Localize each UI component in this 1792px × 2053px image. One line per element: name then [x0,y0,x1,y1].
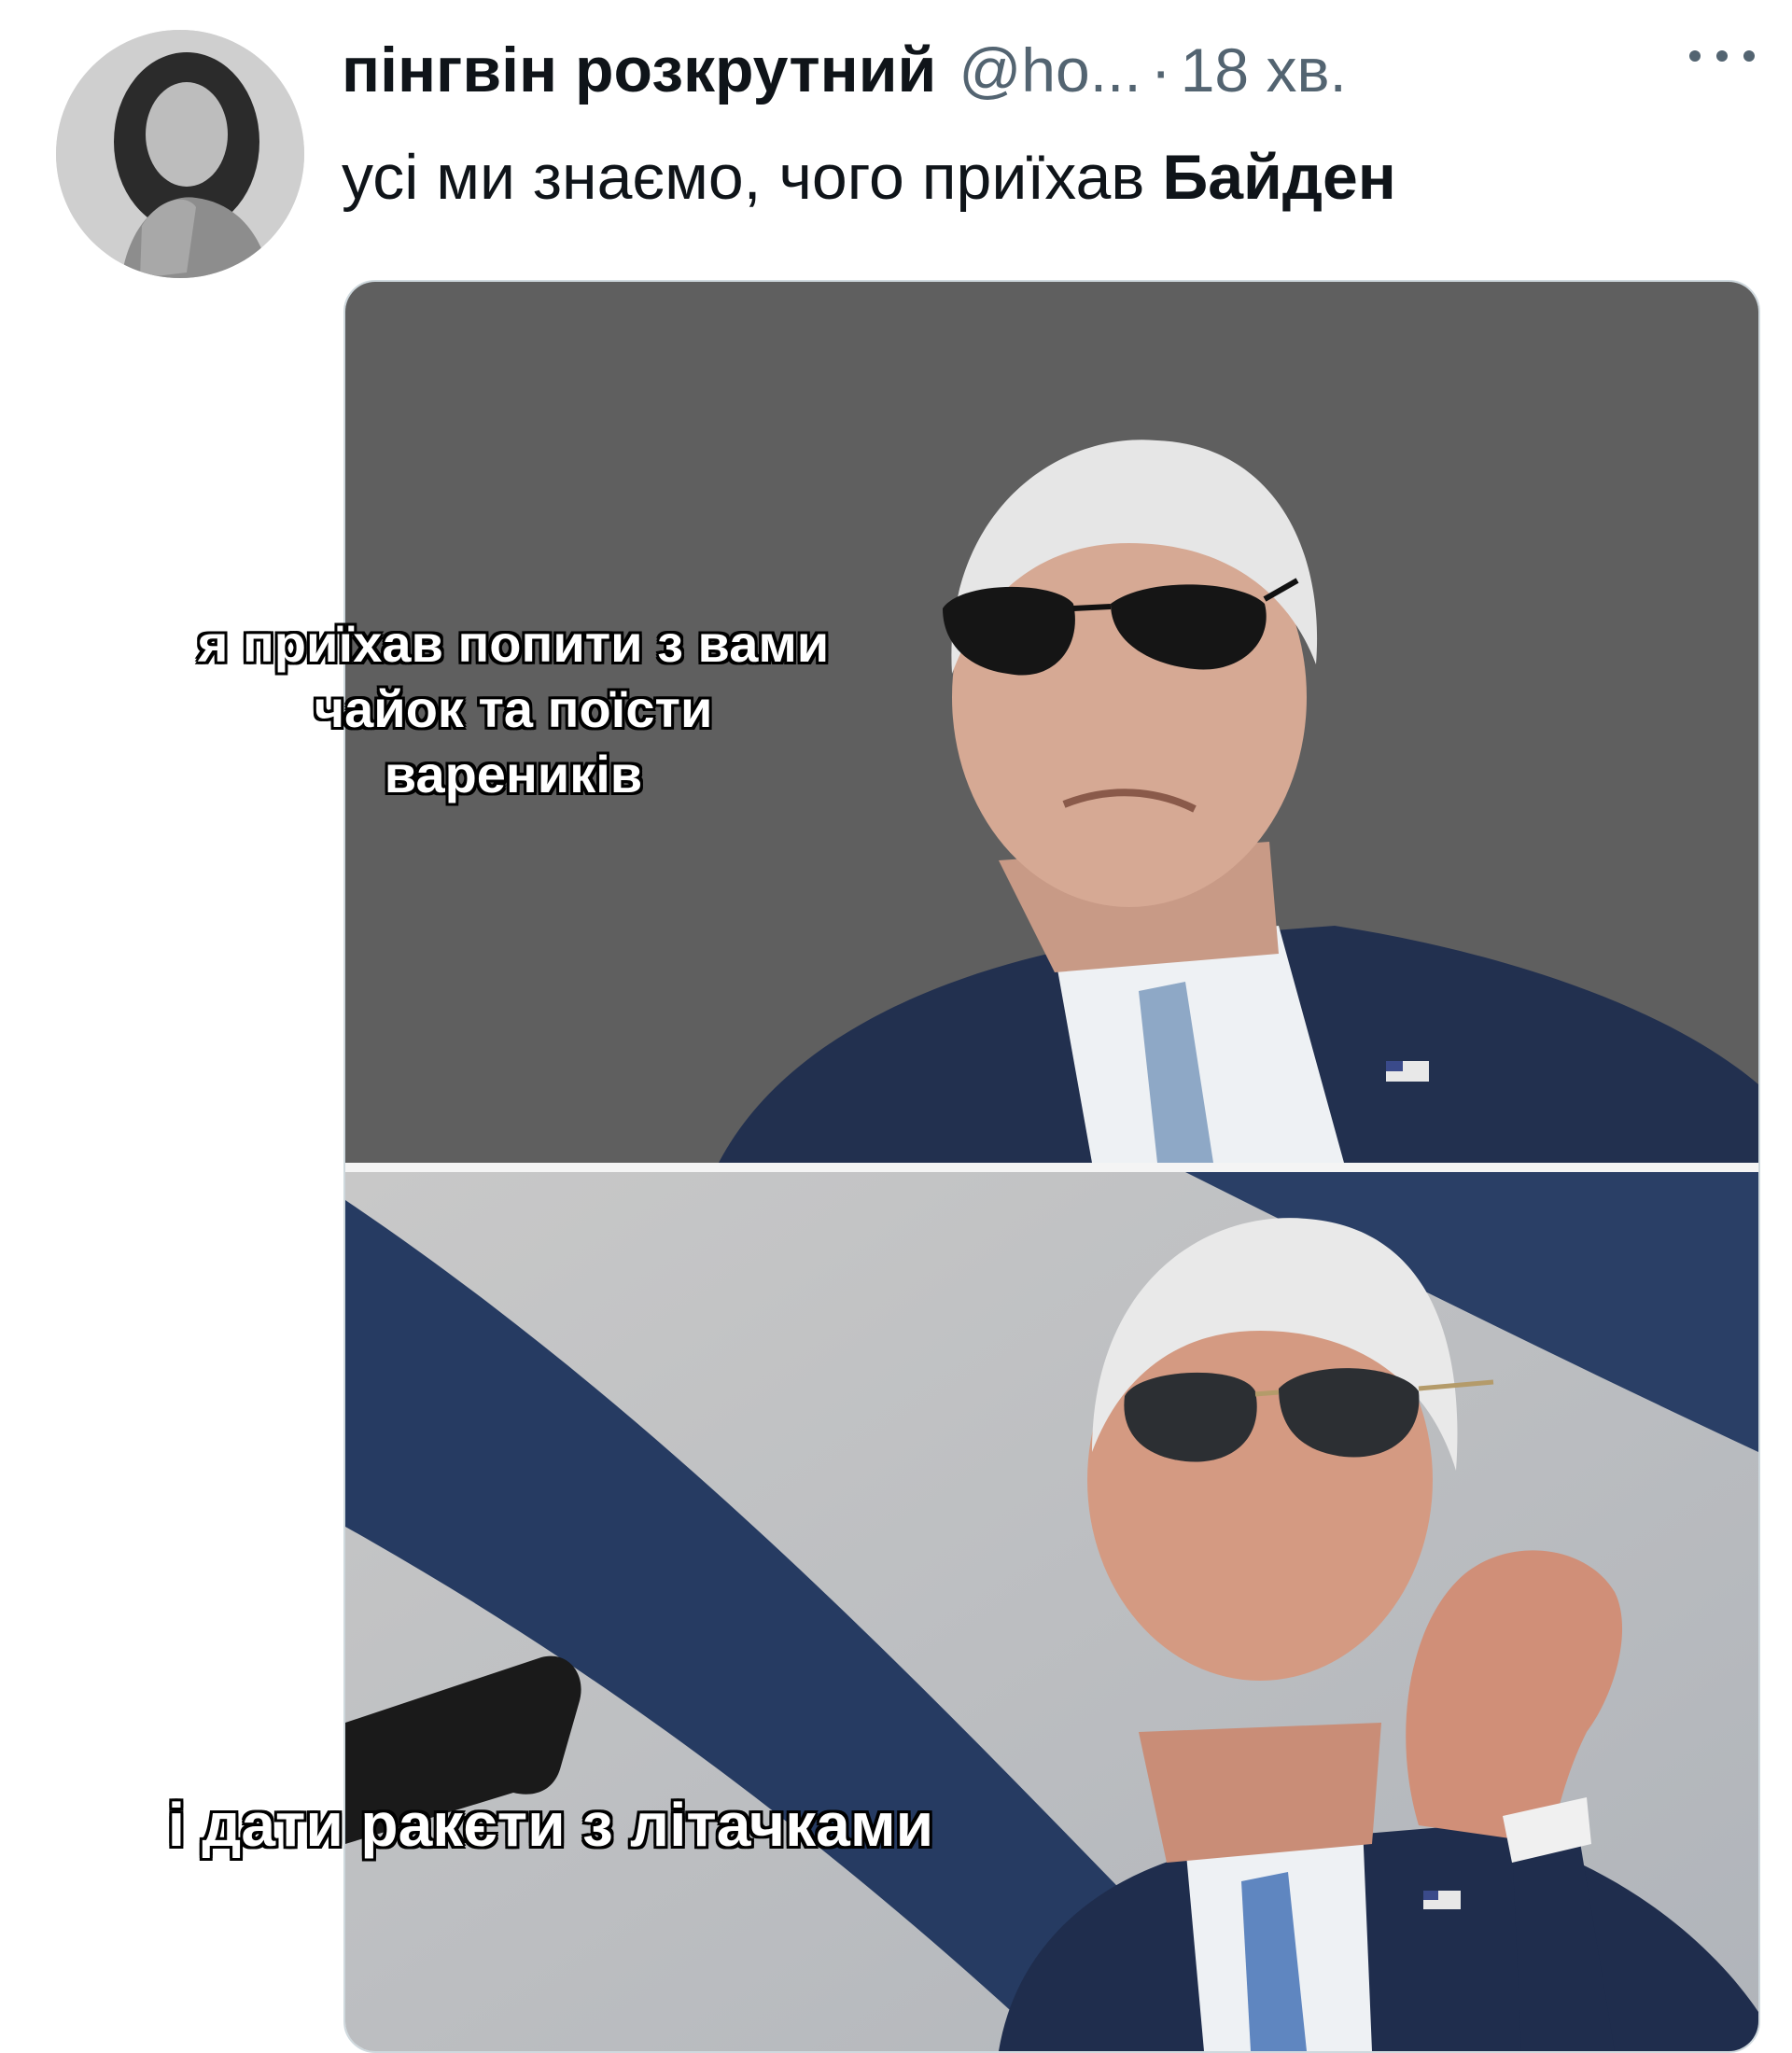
caption-line: чайок та поїсти [314,679,713,738]
separator-dot: · [1150,35,1171,105]
panel-divider [345,1163,1758,1172]
author-handle[interactable]: @ho... [959,35,1141,105]
more-horizontal-icon[interactable] [1689,47,1755,65]
tweet-timestamp[interactable]: 18 хв. [1181,35,1347,105]
author-name[interactable]: пінгвін розкрутний [342,34,936,106]
meme-caption-bottom: і дати ракєти з літачками [167,1790,934,1859]
tweet-text-prefix: усі ми знаємо, чого приїхав [342,142,1163,213]
tweet-text: усі ми знаємо, чого приїхав Байден [342,140,1755,216]
tweet-text-bold: Байден [1162,142,1396,213]
meme-image-bottom [345,1172,1758,2051]
avatar[interactable] [56,30,304,278]
caption-line: вареників [384,745,643,803]
meme-caption-top: я приїхав попити з вами чайок та поїсти … [112,611,915,807]
tweet-header: пінгвін розкрутний @ho... · 18 хв. [342,28,1755,112]
caption-line: я приїхав попити з вами [197,614,830,673]
